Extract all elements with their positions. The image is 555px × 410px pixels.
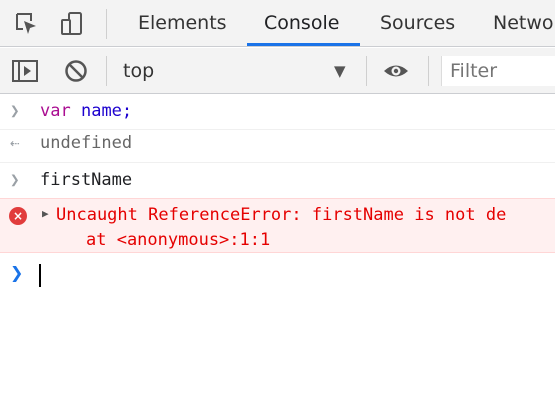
eye-icon[interactable]	[382, 57, 410, 85]
console-prompt[interactable]: ❯	[0, 261, 555, 287]
active-tab-indicator	[247, 43, 360, 46]
error-text: Uncaught ReferenceError: firstName is no…	[56, 205, 507, 225]
devtools-tab-bar: Elements Console Sources Netwo	[0, 0, 555, 47]
toolbar-divider	[106, 9, 107, 39]
text-cursor	[39, 264, 41, 287]
filter-input[interactable]	[441, 56, 555, 86]
clear-console-icon[interactable]	[62, 57, 90, 85]
toolbar-divider	[366, 56, 367, 86]
error-message: × ▶ Uncaught ReferenceError: firstName i…	[0, 198, 555, 253]
tab-network[interactable]: Netwo	[493, 0, 554, 47]
result-arrow-icon: ⇠	[10, 133, 20, 152]
keyword-token: var	[40, 101, 71, 121]
console-toolbar: top ▼	[0, 48, 555, 94]
input-text: firstName	[40, 170, 133, 190]
sidebar-toggle-icon[interactable]	[11, 57, 39, 85]
device-toggle-icon[interactable]	[58, 10, 86, 38]
result-value: undefined	[40, 133, 133, 153]
toolbar-divider	[428, 56, 429, 86]
input-prompt-icon: ❯	[10, 170, 20, 189]
tab-elements[interactable]: Elements	[138, 0, 227, 47]
input-prompt-icon: ❯	[10, 101, 20, 120]
inspect-element-icon[interactable]	[12, 10, 40, 38]
console-input-line: ❯ firstName	[0, 170, 555, 198]
console-result-line: ⇠ undefined	[0, 133, 555, 163]
tab-console[interactable]: Console	[264, 0, 339, 47]
dropdown-caret-icon: ▼	[334, 62, 346, 80]
tab-sources[interactable]: Sources	[380, 0, 455, 47]
console-output: ❯ var name; ⇠ undefined ❯ firstName × ▶ …	[0, 95, 555, 410]
error-stack-trace[interactable]: at <anonymous>:1:1	[86, 230, 270, 250]
context-selector[interactable]: top ▼	[110, 56, 360, 86]
variable-token: name;	[80, 101, 133, 121]
toolbar-divider	[106, 56, 107, 86]
prompt-chevron-icon: ❯	[10, 263, 24, 282]
context-label: top	[123, 60, 155, 82]
error-icon: ×	[9, 207, 27, 225]
expand-triangle-icon[interactable]: ▶	[42, 207, 49, 220]
console-input-line: ❯ var name;	[0, 101, 555, 130]
